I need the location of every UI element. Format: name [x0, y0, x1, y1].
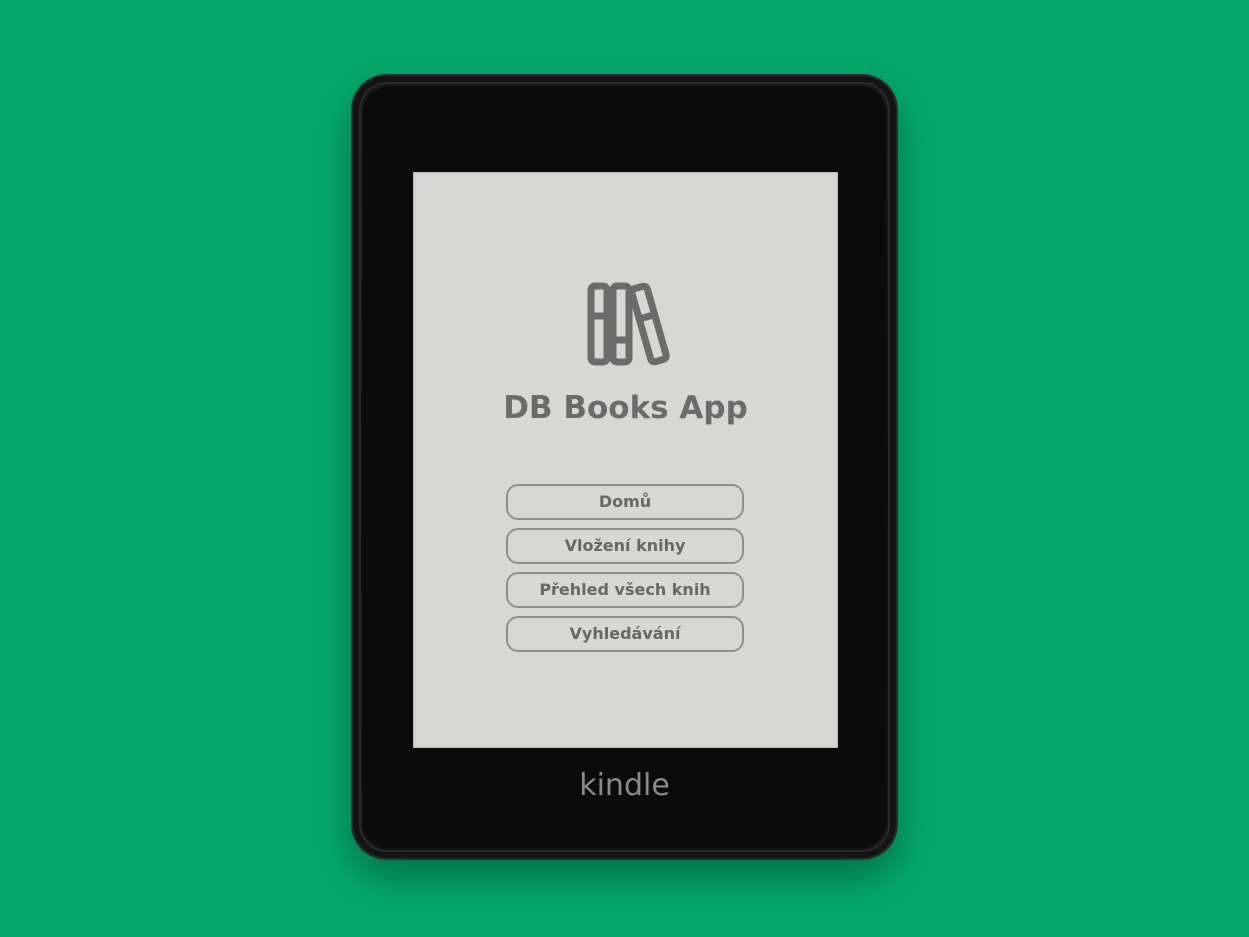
- nav-all-books-button[interactable]: Přehled všech knih: [506, 572, 744, 608]
- nav-add-book-button[interactable]: Vložení knihy: [506, 528, 744, 564]
- main-nav: Domů Vložení knihy Přehled všech knih Vy…: [506, 484, 744, 660]
- app-title: DB Books App: [503, 390, 748, 426]
- nav-search-button[interactable]: Vyhledávání: [506, 616, 744, 652]
- nav-home-button[interactable]: Domů: [506, 484, 744, 520]
- device-screen: DB Books App Domů Vložení knihy Přehled …: [413, 172, 838, 748]
- device-brand-label: kindle: [579, 768, 670, 803]
- books-icon: [587, 282, 670, 366]
